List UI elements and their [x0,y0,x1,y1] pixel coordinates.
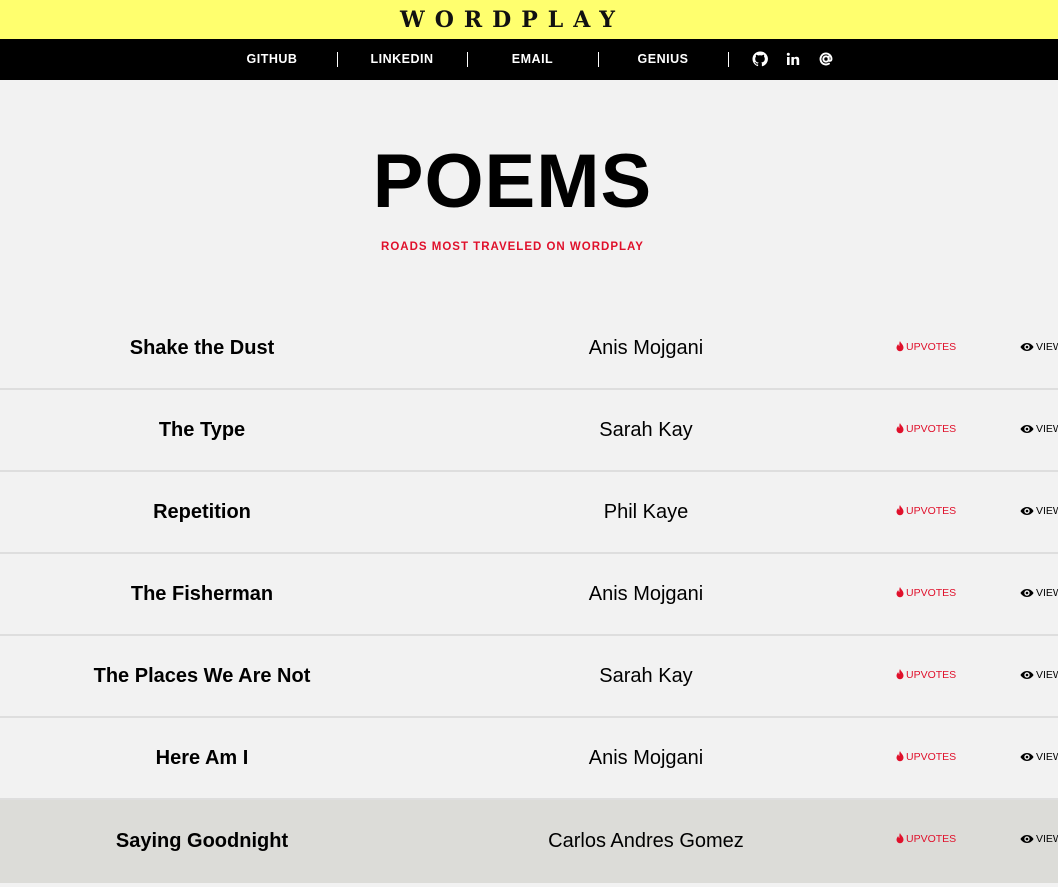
list-item[interactable]: Shake the Dust Anis Mojgani UPVOTES VIEW [0,308,1058,390]
upvotes-badge[interactable]: UPVOTES [896,668,956,684]
upvotes-label: UPVOTES [906,669,957,681]
upvotes-badge[interactable]: UPVOTES [896,750,956,766]
poem-title[interactable]: Saying Goodnight [0,800,404,883]
eye-icon [1020,506,1034,520]
linkedin-icon[interactable] [785,51,801,67]
poem-author[interactable]: Sarah Kay [446,390,846,470]
poem-author[interactable]: Carlos Andres Gomez [446,800,846,883]
page-title: POEMS [372,139,653,224]
poem-title[interactable]: Here Am I [0,718,404,798]
flame-icon [896,833,904,848]
flame-icon [896,669,904,684]
nav-link-genius[interactable]: GENIUS [598,39,728,80]
list-item[interactable]: Saying Goodnight Carlos Andres Gomez UPV… [0,800,1058,883]
upvotes-label: UPVOTES [906,751,957,763]
views-label: VIEW [1036,587,1058,599]
eye-icon [1020,588,1034,602]
list-item[interactable]: The Places We Are Not Sarah Kay UPVOTES … [0,636,1058,718]
github-icon[interactable] [752,51,768,67]
poem-title[interactable]: Shake the Dust [0,308,404,388]
views-badge[interactable]: VIEW [1020,832,1058,848]
flame-icon [896,587,904,602]
site-logo[interactable]: WORDPLAY [0,6,1025,34]
poem-title[interactable]: Repetition [0,472,404,552]
poem-author[interactable]: Sarah Kay [446,636,846,716]
poem-author[interactable]: Anis Mojgani [446,308,846,388]
flame-icon [896,341,904,356]
nav-divider [728,52,729,67]
views-badge[interactable]: VIEW [1020,750,1058,766]
list-item[interactable]: Here Am I Anis Mojgani UPVOTES VIEW [0,718,1058,800]
upvotes-label: UPVOTES [906,587,957,599]
views-label: VIEW [1036,423,1058,435]
views-badge[interactable]: VIEW [1020,340,1058,356]
nav-bar: GITHUB LINKEDIN EMAIL GENIUS [0,39,1058,80]
views-label: VIEW [1036,505,1058,517]
views-badge[interactable]: VIEW [1020,586,1058,602]
eye-icon [1020,670,1034,684]
views-badge[interactable]: VIEW [1020,668,1058,684]
eye-icon [1020,834,1034,848]
eye-icon [1020,424,1034,438]
views-badge[interactable]: VIEW [1020,504,1058,520]
views-label: VIEW [1036,669,1058,681]
flame-icon [896,751,904,766]
upvotes-label: UPVOTES [906,833,957,845]
list-item[interactable]: Repetition Phil Kaye UPVOTES VIEW [0,472,1058,554]
list-item[interactable]: The Type Sarah Kay UPVOTES VIEW [0,390,1058,472]
eye-icon [1020,342,1034,356]
upvotes-badge[interactable]: UPVOTES [896,586,956,602]
views-label: VIEW [1036,833,1058,845]
upvotes-badge[interactable]: UPVOTES [896,422,956,438]
poem-author[interactable]: Anis Mojgani [446,554,846,634]
header-bar: WORDPLAY [0,0,1058,39]
poem-title[interactable]: The Type [0,390,404,470]
nav-link-email[interactable]: EMAIL [467,39,598,80]
upvotes-label: UPVOTES [906,423,957,435]
views-badge[interactable]: VIEW [1020,422,1058,438]
views-label: VIEW [1036,341,1058,353]
eye-icon [1020,752,1034,766]
poem-title[interactable]: The Places We Are Not [0,636,404,716]
views-label: VIEW [1036,751,1058,763]
poem-title[interactable]: The Fisherman [0,554,404,634]
poem-author[interactable]: Anis Mojgani [446,718,846,798]
page-subtitle: ROADS MOST TRAVELED ON WORDPLAY [381,241,644,253]
nav-link-github[interactable]: GITHUB [207,39,337,80]
list-item[interactable]: The Fisherman Anis Mojgani UPVOTES VIEW [0,554,1058,636]
upvotes-badge[interactable]: UPVOTES [896,832,956,848]
poem-author[interactable]: Phil Kaye [446,472,846,552]
upvotes-label: UPVOTES [906,341,957,353]
nav-link-linkedin[interactable]: LINKEDIN [337,39,467,80]
upvotes-badge[interactable]: UPVOTES [896,504,956,520]
at-sign-icon[interactable] [818,51,834,67]
flame-icon [896,505,904,520]
upvotes-badge[interactable]: UPVOTES [896,340,956,356]
upvotes-label: UPVOTES [906,505,957,517]
flame-icon [896,423,904,438]
